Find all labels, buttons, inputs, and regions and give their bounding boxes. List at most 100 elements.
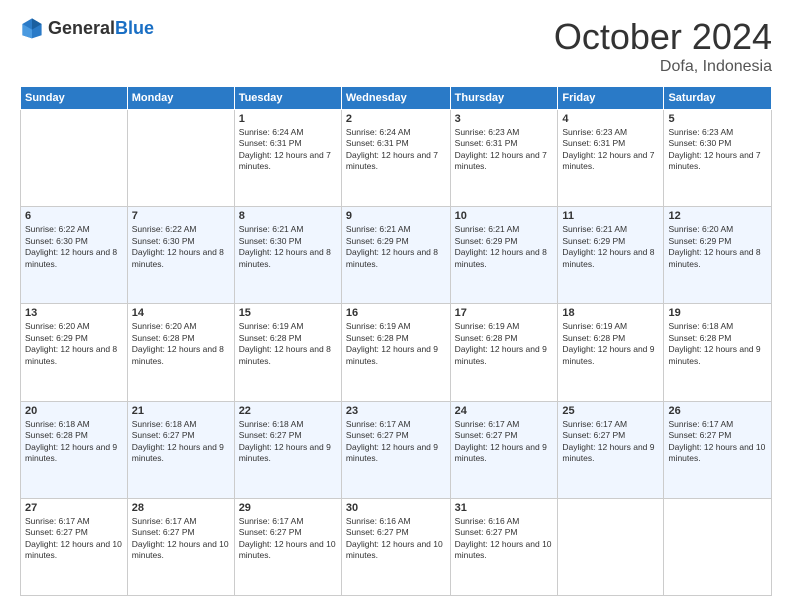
day-info: Sunrise: 6:19 AM Sunset: 6:28 PM Dayligh… bbox=[562, 321, 659, 367]
day-number: 6 bbox=[25, 210, 123, 222]
day-info: Sunrise: 6:23 AM Sunset: 6:30 PM Dayligh… bbox=[668, 127, 767, 173]
day-number: 13 bbox=[25, 307, 123, 319]
day-number: 7 bbox=[132, 210, 230, 222]
cell-4-2: 29 Sunrise: 6:17 AM Sunset: 6:27 PM Dayli… bbox=[234, 498, 341, 595]
day-number: 29 bbox=[239, 502, 337, 514]
logo-icon bbox=[20, 16, 44, 40]
cell-2-4: 17Sunrise: 6:19 AM Sunset: 6:28 PM Dayli… bbox=[450, 304, 558, 401]
cell-0-4: 3 Sunrise: 6:23 AM Sunset: 6:31 PM Daylig… bbox=[450, 110, 558, 207]
day-number: 21 bbox=[132, 405, 230, 417]
day-info: Sunrise: 6:16 AM Sunset: 6:27 PM Dayligh… bbox=[346, 516, 446, 562]
day-number: 31 bbox=[455, 502, 554, 514]
day-number: 9 bbox=[346, 210, 446, 222]
cell-4-6 bbox=[664, 498, 772, 595]
day-number: 17 bbox=[455, 307, 554, 319]
week-row-5: 27 Sunrise: 6:17 AM Sunset: 6:27 PM Dayli… bbox=[21, 498, 772, 595]
day-info: Sunrise: 6:17 AM Sunset: 6:27 PM Dayligh… bbox=[346, 419, 446, 465]
day-number: 1 bbox=[239, 113, 337, 125]
day-info: Sunrise: 6:17 AM Sunset: 6:27 PM Dayligh… bbox=[239, 516, 337, 562]
day-info: Sunrise: 6:18 AM Sunset: 6:28 PM Dayligh… bbox=[668, 321, 767, 367]
day-number: 3 bbox=[455, 113, 554, 125]
location: Dofa, Indonesia bbox=[554, 58, 772, 76]
header: GeneralBlue October 2024 Dofa, Indonesia bbox=[20, 16, 772, 76]
day-number: 23 bbox=[346, 405, 446, 417]
weekday-header-row: Sunday Monday Tuesday Wednesday Thursday… bbox=[21, 87, 772, 110]
week-row-3: 13 Sunrise: 6:20 AM Sunset: 6:29 PM Dayli… bbox=[21, 304, 772, 401]
cell-2-2: 15 Sunrise: 6:19 AM Sunset: 6:28 PM Dayli… bbox=[234, 304, 341, 401]
page: GeneralBlue October 2024 Dofa, Indonesia… bbox=[0, 0, 792, 612]
logo-blue: Blue bbox=[115, 18, 154, 38]
day-info: Sunrise: 6:23 AM Sunset: 6:31 PM Dayligh… bbox=[455, 127, 554, 173]
day-number: 12 bbox=[668, 210, 767, 222]
day-info: Sunrise: 6:19 AM Sunset: 6:28 PM Dayligh… bbox=[239, 321, 337, 367]
logo: GeneralBlue bbox=[20, 16, 154, 40]
cell-0-0 bbox=[21, 110, 128, 207]
cell-2-3: 16 Sunrise: 6:19 AM Sunset: 6:28 PM Dayli… bbox=[341, 304, 450, 401]
logo-text: GeneralBlue bbox=[48, 18, 154, 39]
cell-3-3: 23 Sunrise: 6:17 AM Sunset: 6:27 PM Dayli… bbox=[341, 401, 450, 498]
day-info: Sunrise: 6:22 AM Sunset: 6:30 PM Dayligh… bbox=[132, 224, 230, 270]
cell-1-6: 12 Sunrise: 6:20 AM Sunset: 6:29 PM Dayli… bbox=[664, 207, 772, 304]
day-info: Sunrise: 6:18 AM Sunset: 6:27 PM Dayligh… bbox=[239, 419, 337, 465]
cell-1-2: 8 Sunrise: 6:21 AM Sunset: 6:30 PM Daylig… bbox=[234, 207, 341, 304]
day-info: Sunrise: 6:20 AM Sunset: 6:29 PM Dayligh… bbox=[668, 224, 767, 270]
day-number: 10 bbox=[455, 210, 554, 222]
cell-3-0: 20 Sunrise: 6:18 AM Sunset: 6:28 PM Dayli… bbox=[21, 401, 128, 498]
day-info: Sunrise: 6:24 AM Sunset: 6:31 PM Dayligh… bbox=[239, 127, 337, 173]
day-number: 28 bbox=[132, 502, 230, 514]
header-monday: Monday bbox=[127, 87, 234, 110]
header-friday: Friday bbox=[558, 87, 664, 110]
cell-1-4: 10Sunrise: 6:21 AM Sunset: 6:29 PM Dayli… bbox=[450, 207, 558, 304]
day-info: Sunrise: 6:16 AM Sunset: 6:27 PM Dayligh… bbox=[455, 516, 554, 562]
day-number: 20 bbox=[25, 405, 123, 417]
day-info: Sunrise: 6:17 AM Sunset: 6:27 PM Dayligh… bbox=[668, 419, 767, 465]
day-number: 8 bbox=[239, 210, 337, 222]
day-info: Sunrise: 6:20 AM Sunset: 6:28 PM Dayligh… bbox=[132, 321, 230, 367]
day-info: Sunrise: 6:23 AM Sunset: 6:31 PM Dayligh… bbox=[562, 127, 659, 173]
day-number: 27 bbox=[25, 502, 123, 514]
cell-3-5: 25 Sunrise: 6:17 AM Sunset: 6:27 PM Dayli… bbox=[558, 401, 664, 498]
cell-0-2: 1 Sunrise: 6:24 AM Sunset: 6:31 PM Daylig… bbox=[234, 110, 341, 207]
cell-2-1: 14Sunrise: 6:20 AM Sunset: 6:28 PM Dayli… bbox=[127, 304, 234, 401]
cell-3-1: 21 Sunrise: 6:18 AM Sunset: 6:27 PM Dayli… bbox=[127, 401, 234, 498]
logo-general: General bbox=[48, 18, 115, 38]
day-number: 26 bbox=[668, 405, 767, 417]
header-wednesday: Wednesday bbox=[341, 87, 450, 110]
day-info: Sunrise: 6:17 AM Sunset: 6:27 PM Dayligh… bbox=[25, 516, 123, 562]
day-number: 2 bbox=[346, 113, 446, 125]
cell-2-5: 18 Sunrise: 6:19 AM Sunset: 6:28 PM Dayli… bbox=[558, 304, 664, 401]
day-number: 25 bbox=[562, 405, 659, 417]
cell-0-5: 4Sunrise: 6:23 AM Sunset: 6:31 PM Daylig… bbox=[558, 110, 664, 207]
cell-1-5: 11Sunrise: 6:21 AM Sunset: 6:29 PM Dayli… bbox=[558, 207, 664, 304]
header-saturday: Saturday bbox=[664, 87, 772, 110]
cell-4-0: 27 Sunrise: 6:17 AM Sunset: 6:27 PM Dayli… bbox=[21, 498, 128, 595]
week-row-1: 1 Sunrise: 6:24 AM Sunset: 6:31 PM Daylig… bbox=[21, 110, 772, 207]
title-block: October 2024 Dofa, Indonesia bbox=[554, 16, 772, 76]
day-number: 22 bbox=[239, 405, 337, 417]
header-tuesday: Tuesday bbox=[234, 87, 341, 110]
day-info: Sunrise: 6:20 AM Sunset: 6:29 PM Dayligh… bbox=[25, 321, 123, 367]
day-info: Sunrise: 6:18 AM Sunset: 6:28 PM Dayligh… bbox=[25, 419, 123, 465]
cell-4-4: 31 Sunrise: 6:16 AM Sunset: 6:27 PM Dayli… bbox=[450, 498, 558, 595]
cell-4-1: 28 Sunrise: 6:17 AM Sunset: 6:27 PM Dayli… bbox=[127, 498, 234, 595]
calendar-table: Sunday Monday Tuesday Wednesday Thursday… bbox=[20, 86, 772, 596]
day-number: 19 bbox=[668, 307, 767, 319]
day-info: Sunrise: 6:17 AM Sunset: 6:27 PM Dayligh… bbox=[132, 516, 230, 562]
cell-1-3: 9Sunrise: 6:21 AM Sunset: 6:29 PM Daylig… bbox=[341, 207, 450, 304]
day-number: 18 bbox=[562, 307, 659, 319]
month-title: October 2024 bbox=[554, 16, 772, 58]
day-info: Sunrise: 6:17 AM Sunset: 6:27 PM Dayligh… bbox=[562, 419, 659, 465]
day-info: Sunrise: 6:18 AM Sunset: 6:27 PM Dayligh… bbox=[132, 419, 230, 465]
header-sunday: Sunday bbox=[21, 87, 128, 110]
cell-4-3: 30Sunrise: 6:16 AM Sunset: 6:27 PM Dayli… bbox=[341, 498, 450, 595]
day-info: Sunrise: 6:21 AM Sunset: 6:30 PM Dayligh… bbox=[239, 224, 337, 270]
day-number: 15 bbox=[239, 307, 337, 319]
day-info: Sunrise: 6:22 AM Sunset: 6:30 PM Dayligh… bbox=[25, 224, 123, 270]
day-info: Sunrise: 6:19 AM Sunset: 6:28 PM Dayligh… bbox=[346, 321, 446, 367]
day-info: Sunrise: 6:21 AM Sunset: 6:29 PM Dayligh… bbox=[562, 224, 659, 270]
day-info: Sunrise: 6:17 AM Sunset: 6:27 PM Dayligh… bbox=[455, 419, 554, 465]
day-number: 16 bbox=[346, 307, 446, 319]
cell-3-4: 24Sunrise: 6:17 AM Sunset: 6:27 PM Dayli… bbox=[450, 401, 558, 498]
cell-0-6: 5Sunrise: 6:23 AM Sunset: 6:30 PM Daylig… bbox=[664, 110, 772, 207]
cell-1-1: 7 Sunrise: 6:22 AM Sunset: 6:30 PM Daylig… bbox=[127, 207, 234, 304]
